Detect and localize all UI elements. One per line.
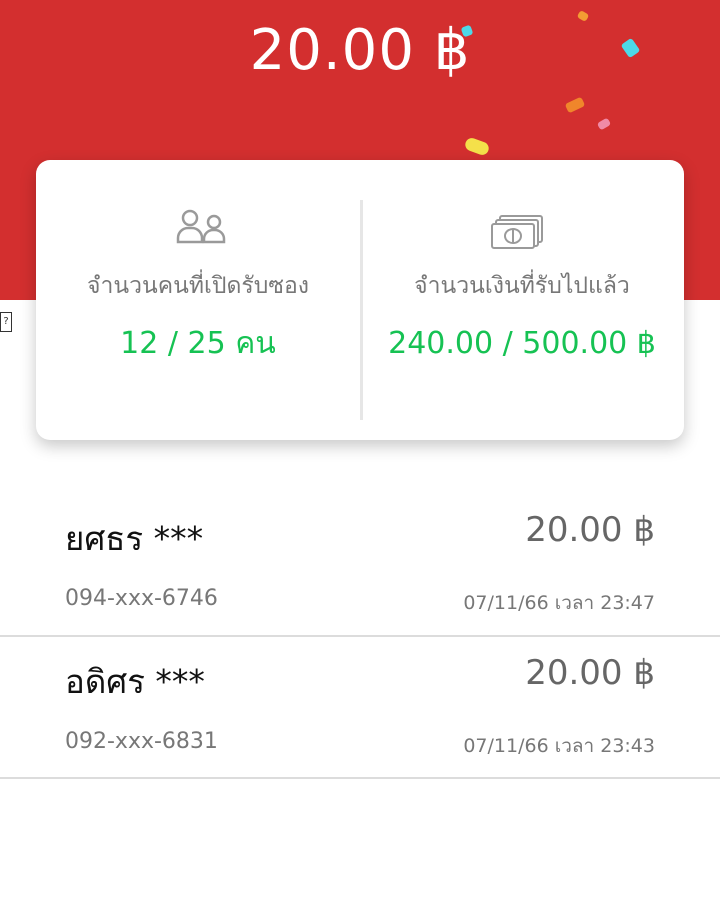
list-item[interactable]: ยศธร *** 094-xxx-6746 20.00 ฿ 07/11/66 เ…	[0, 494, 720, 636]
list-item[interactable]: อดิศร *** 092-xxx-6831 20.00 ฿ 07/11/66 …	[0, 637, 720, 779]
confetti-icon	[463, 136, 491, 157]
banknote-icon	[360, 206, 684, 250]
missing-glyph-icon: ?	[0, 312, 12, 332]
recipient-name: ยศธร ***	[65, 519, 204, 558]
recipient-amount: 20.00 ฿	[525, 510, 655, 550]
recipient-phone: 094-xxx-6746	[65, 586, 218, 611]
received-amount: 20.00 ฿	[249, 18, 471, 83]
openers-label: จำนวนคนที่เปิดรับซอง	[86, 273, 310, 299]
recipient-time: 07/11/66 เวลา 23:43	[463, 735, 655, 757]
recipient-phone: 092-xxx-6831	[65, 729, 218, 754]
money-label: จำนวนเงินที่รับไปแล้ว	[414, 273, 630, 299]
recipient-amount: 20.00 ฿	[525, 653, 655, 693]
people-icon	[36, 206, 360, 250]
recipient-name: อดิศร ***	[65, 662, 205, 701]
openers-value: 12 / 25 คน	[120, 326, 276, 361]
confetti-icon	[564, 96, 586, 114]
recipient-time: 07/11/66 เวลา 23:47	[463, 592, 655, 614]
money-column: จำนวนเงินที่รับไปแล้ว 240.00 / 500.00 ฿	[360, 160, 684, 440]
openers-column: จำนวนคนที่เปิดรับซอง 12 / 25 คน	[36, 160, 360, 440]
money-value: 240.00 / 500.00 ฿	[388, 326, 656, 361]
confetti-icon	[596, 117, 612, 131]
summary-card: จำนวนคนที่เปิดรับซอง 12 / 25 คน จำนวนเงิ…	[36, 160, 684, 440]
list-item[interactable]	[0, 779, 720, 921]
